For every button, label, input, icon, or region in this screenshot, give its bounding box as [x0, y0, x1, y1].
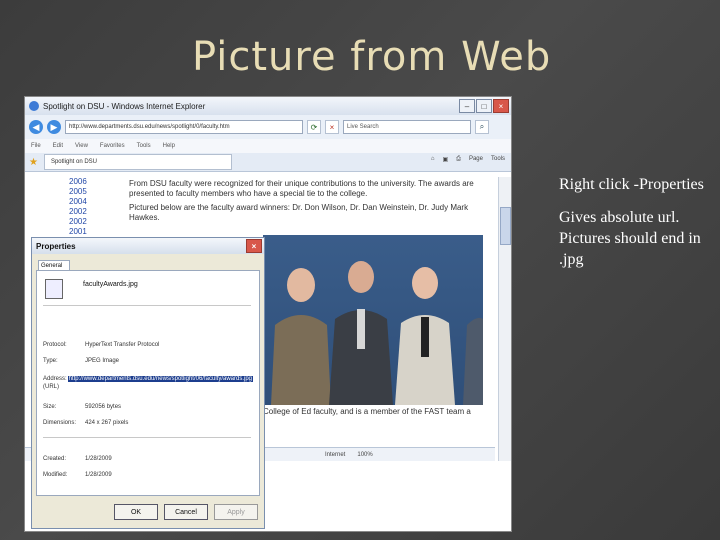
menu-favorites[interactable]: Favorites [100, 143, 125, 149]
created-label: Created: [43, 456, 67, 462]
page-menu[interactable]: Page [469, 156, 483, 163]
article-text: From DSU faculty were recognized for the… [129, 179, 479, 227]
protocol-value: HyperText Transfer Protocol [85, 342, 160, 348]
protocol-row: Protocol: HyperText Transfer Protocol [43, 341, 253, 349]
menu-edit[interactable]: Edit [53, 143, 63, 149]
file-name: facultyAwards.jpg [83, 281, 138, 288]
address-bar[interactable]: http://www.departments.dsu.edu/news/spot… [65, 120, 303, 134]
faculty-photo[interactable] [263, 235, 483, 405]
dialog-title: Properties [36, 241, 76, 251]
article-paragraph: From DSU faculty were recognized for the… [129, 179, 474, 198]
year-link[interactable]: 2004 [69, 197, 87, 207]
year-link[interactable]: 2002 [69, 217, 87, 227]
divider [43, 305, 251, 306]
type-label: Type: [43, 358, 58, 364]
feeds-icon[interactable]: ▣ [442, 156, 448, 163]
address-row: Address: (URL) http://www.departments.ds… [43, 375, 253, 391]
year-link[interactable]: 2006 [69, 177, 87, 187]
modified-row: Modified: 1/28/2009 [43, 471, 253, 479]
bullet-right-click: Right click -Properties [559, 176, 704, 193]
tab-label: Spotlight on DSU [50, 159, 97, 165]
menu-tools[interactable]: Tools [137, 143, 151, 149]
dimensions-value: 424 x 267 pixels [85, 420, 129, 426]
size-row: Size: 592056 bytes [43, 403, 253, 411]
search-icon[interactable]: ⌕ [475, 120, 489, 134]
favorites-star-icon[interactable]: ★ [29, 157, 38, 168]
search-input[interactable]: Live Search [343, 120, 471, 134]
menu-view[interactable]: View [75, 143, 88, 149]
window-title: Spotlight on DSU - Windows Internet Expl… [43, 101, 206, 111]
type-row: Type: JPEG Image [43, 357, 253, 365]
divider [43, 437, 251, 438]
internet-zone: Internet [325, 451, 346, 458]
slide-title: Picture from Web [192, 34, 552, 80]
size-value: 592056 bytes [85, 404, 122, 410]
stop-button[interactable]: × [325, 120, 339, 134]
properties-panel: facultyAwards.jpg Protocol: HyperText Tr… [36, 270, 260, 496]
maximize-button[interactable]: □ [476, 99, 492, 113]
properties-dialog: Properties × General facultyAwards.jpg P… [31, 237, 265, 529]
jpeg-file-icon [45, 279, 63, 299]
dimensions-row: Dimensions: 424 x 267 pixels [43, 419, 253, 427]
tab-spotlight[interactable]: Spotlight on DSU [43, 154, 232, 170]
tools-menu[interactable]: Tools [491, 156, 505, 163]
article-paragraph: Pictured below are the faculty award win… [129, 203, 469, 222]
menu-help[interactable]: Help [163, 143, 175, 149]
type-value: JPEG Image [85, 358, 120, 364]
dialog-buttons: OK Cancel Apply [32, 500, 264, 524]
back-button[interactable]: ◀ [29, 120, 43, 134]
close-button[interactable]: × [493, 99, 509, 113]
faculty-photo-image [271, 261, 483, 405]
year-link[interactable]: 2005 [69, 187, 87, 197]
slide-bullets: Right click -Properties Gives absolute u… [559, 174, 709, 282]
dimensions-label: Dimensions: [43, 420, 77, 426]
year-link[interactable]: 2001 [69, 227, 87, 237]
apply-button[interactable]: Apply [214, 504, 258, 520]
dialog-titlebar: Properties × [32, 238, 264, 254]
tab-bar: ★ Spotlight on DSU ⌂ ▣ ⎙ Page Tools [25, 153, 511, 172]
ie-icon [29, 101, 39, 111]
refresh-button[interactable]: ⟳ [307, 120, 321, 134]
year-links: 2006 2005 2004 2002 2002 2001 [69, 177, 87, 237]
zoom-level[interactable]: 100% [357, 452, 372, 458]
protocol-label: Protocol: [43, 342, 67, 348]
menu-bar: File Edit View Favorites Tools Help [25, 139, 511, 153]
minimize-button[interactable]: – [459, 99, 475, 113]
menu-file[interactable]: File [31, 143, 41, 149]
scroll-thumb[interactable] [500, 207, 511, 245]
print-icon[interactable]: ⎙ [456, 156, 461, 163]
address-label: Address: (URL) [43, 376, 67, 390]
home-icon[interactable]: ⌂ [431, 156, 435, 163]
year-link[interactable]: 2002 [69, 207, 87, 217]
page-scrollbar[interactable] [498, 177, 511, 461]
address-value[interactable]: http://www.departments.dsu.edu/news/spot… [67, 376, 253, 382]
photo-caption: College of Ed faculty, and is a member o… [263, 407, 471, 416]
size-label: Size: [43, 404, 57, 410]
modified-value: 1/28/2009 [85, 472, 112, 478]
forward-button[interactable]: ▶ [47, 120, 61, 134]
created-row: Created: 1/28/2009 [43, 455, 253, 463]
ok-button[interactable]: OK [114, 504, 158, 520]
created-value: 1/28/2009 [85, 456, 112, 462]
cancel-button[interactable]: Cancel [164, 504, 208, 520]
browser-titlebar: Spotlight on DSU - Windows Internet Expl… [25, 97, 511, 115]
bullet-absolute-url: Gives absolute url. Pictures should end … [559, 209, 701, 268]
modified-label: Modified: [43, 472, 68, 478]
dialog-close-button[interactable]: × [246, 239, 262, 253]
nav-toolbar: ◀ ▶ http://www.departments.dsu.edu/news/… [25, 115, 511, 139]
